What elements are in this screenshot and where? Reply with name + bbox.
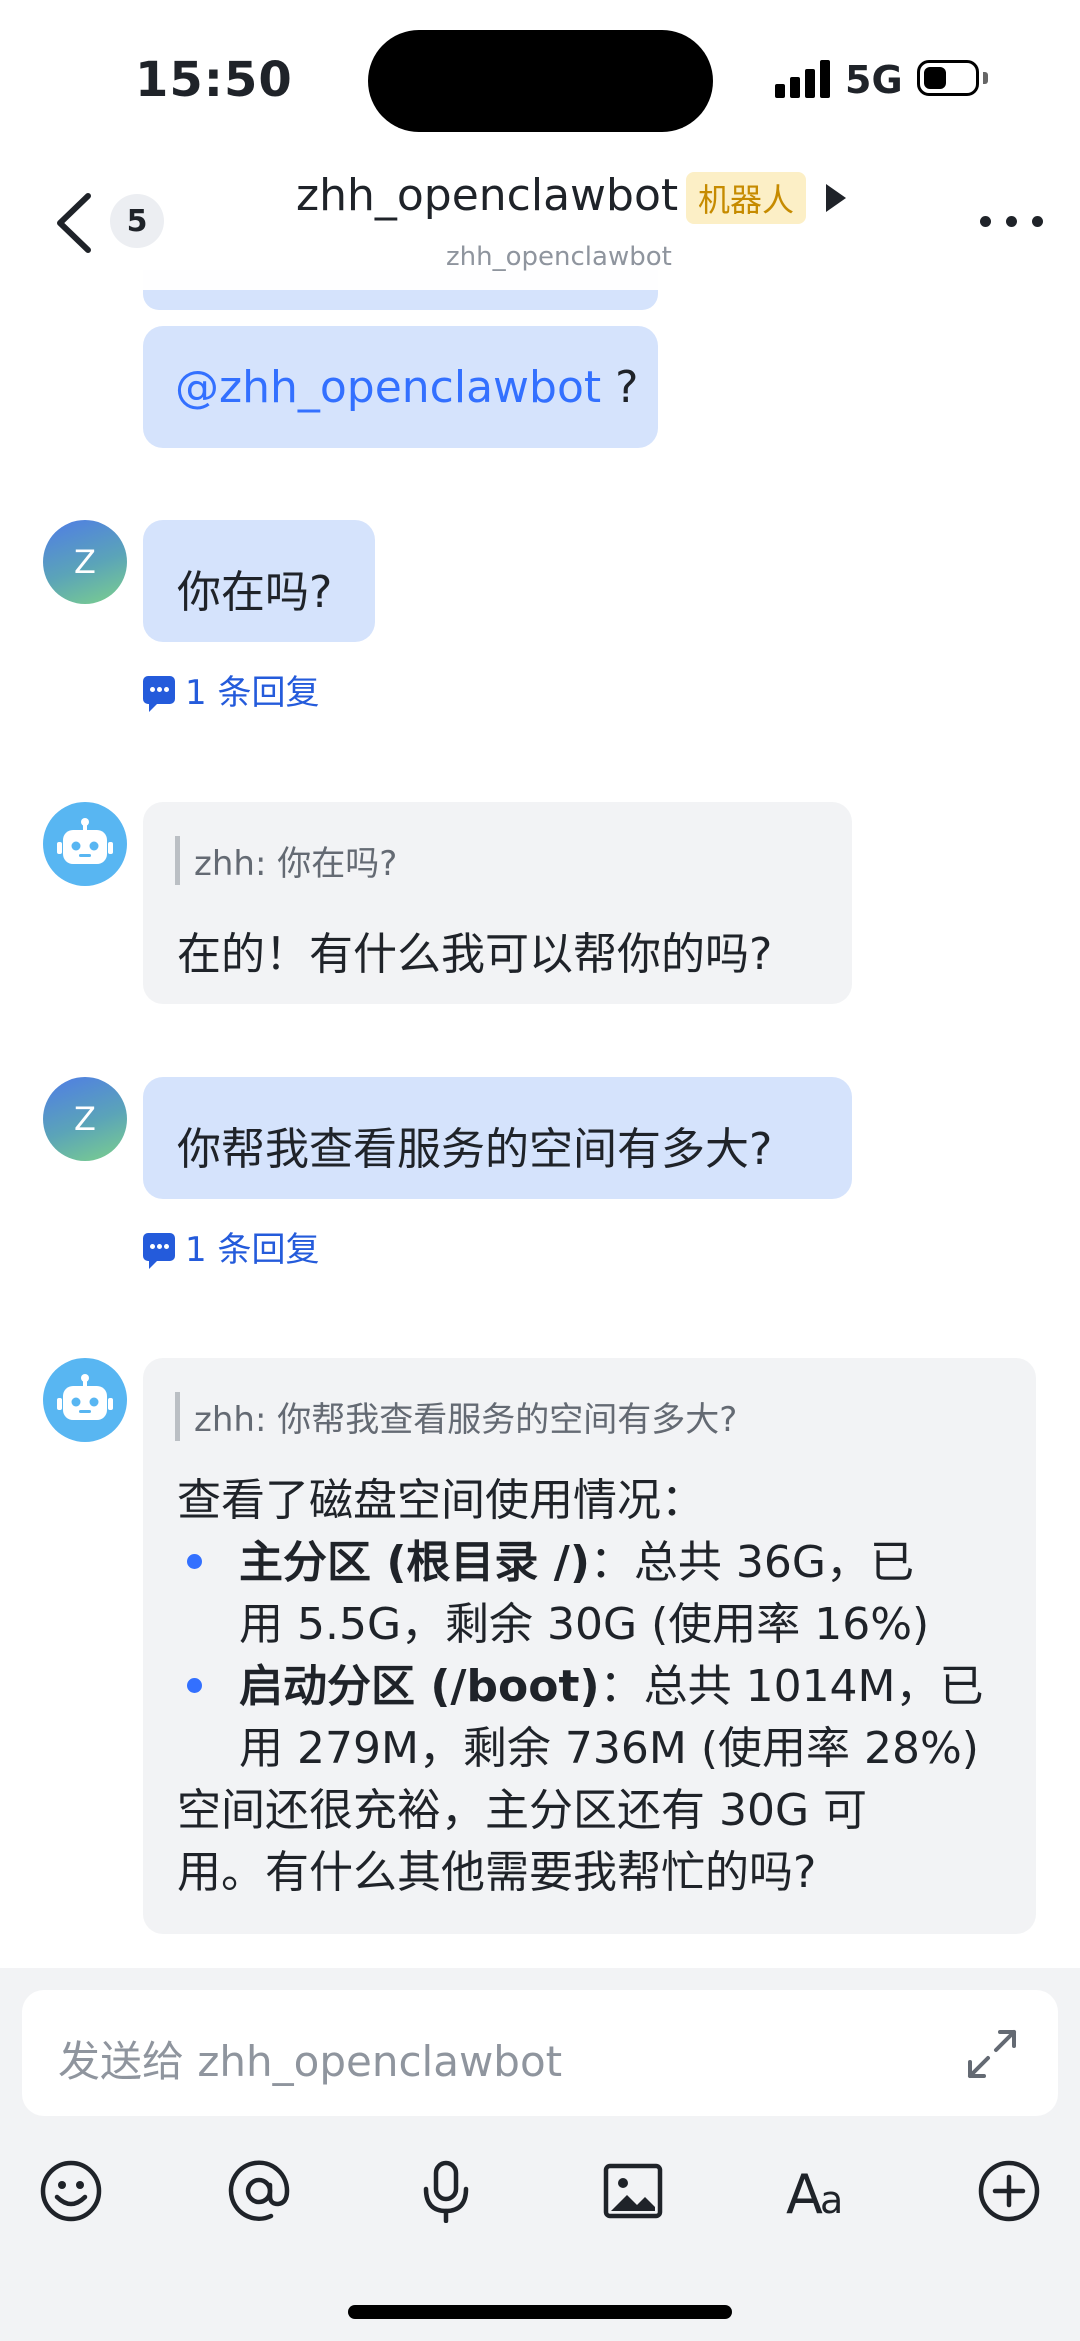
mention-link[interactable]: @zhh_openclawbot (175, 362, 601, 413)
play-icon[interactable] (826, 184, 846, 212)
message-bubble[interactable]: zhh: 你在吗? 在的！有什么我可以帮你的吗? (143, 802, 852, 1004)
bullet-dot (187, 1678, 202, 1693)
battery-tip (983, 72, 988, 84)
bot-avatar[interactable] (43, 802, 127, 886)
image-icon[interactable] (598, 2156, 668, 2226)
avatar-letter: Z (74, 543, 96, 581)
dynamic-island (368, 30, 713, 132)
microphone-icon[interactable] (411, 2156, 481, 2226)
message-text: @zhh_openclawbot ? (175, 362, 639, 413)
bot-avatar[interactable] (43, 1358, 127, 1442)
svg-text:A: A (786, 2163, 823, 2223)
message-bubble[interactable]: 你帮我查看服务的空间有多大? (143, 1077, 852, 1199)
network-label: 5G (845, 58, 903, 102)
bullet-item: 启动分区 (/boot)：总共 1014M，已 用 279M，剩余 736M (… (177, 1656, 1027, 1780)
bullet-text: ：总共 36G，已 (589, 1537, 915, 1588)
reply-comment-icon (143, 675, 175, 712)
chat-title[interactable]: zhh_openclawbot (296, 170, 678, 221)
emoji-icon[interactable] (36, 2156, 106, 2226)
reply-thread-link[interactable]: 1 条回复 (143, 665, 319, 714)
expand-icon[interactable] (966, 2028, 1018, 2080)
bot-tag-badge: 机器人 (686, 172, 807, 224)
bullet-text: 用 279M，剩余 736M (使用率 28%) (239, 1723, 979, 1774)
message-text: 你在吗? (177, 567, 333, 618)
reply-thread-link[interactable]: 1 条回复 (143, 1222, 319, 1271)
reply-comment-icon (143, 1232, 175, 1269)
quoted-message: zhh: 你帮我查看服务的空间有多大? (175, 1392, 737, 1441)
bullet-text: ：总共 1014M，已 (599, 1661, 984, 1712)
message-bubble[interactable]: @zhh_openclawbot ? (143, 326, 658, 448)
home-indicator[interactable] (348, 2305, 732, 2319)
signal-icon (775, 60, 831, 98)
message-outro: 用。有什么其他需要我帮忙的吗? (177, 1847, 817, 1898)
robot-icon (57, 1374, 113, 1420)
robot-icon (57, 818, 113, 864)
svg-text:a: a (820, 2178, 843, 2222)
input-placeholder: 发送给 zhh_openclawbot (58, 2037, 563, 2086)
chat-subtitle: zhh_openclawbot (446, 242, 672, 272)
avatar-letter: Z (74, 1100, 96, 1138)
user-avatar[interactable]: Z (43, 1077, 127, 1161)
chevron-left-icon[interactable] (48, 188, 104, 258)
bullet-bold: 启动分区 (/boot) (239, 1661, 600, 1712)
bullet-bold: 主分区 (根目录 /) (239, 1537, 590, 1588)
mention-icon[interactable] (224, 2156, 294, 2226)
quoted-message: zhh: 你在吗? (175, 836, 397, 885)
message-text: 你帮我查看服务的空间有多大? (177, 1124, 773, 1175)
message-outro: 空间还很充裕，主分区还有 30G 可 (177, 1785, 868, 1836)
user-avatar[interactable]: Z (43, 520, 127, 604)
reply-count: 1 条回复 (185, 1230, 320, 1270)
message-bubble[interactable]: 你在吗? (143, 520, 375, 642)
text-format-icon[interactable]: Aa (786, 2156, 856, 2226)
message-bubble[interactable]: zhh: 你帮我查看服务的空间有多大? 查看了磁盘空间使用情况： 主分区 (根目… (143, 1358, 1036, 1934)
bullet-item: 主分区 (根目录 /)：总共 36G，已 用 5.5G，剩余 30G (使用率 … (177, 1532, 1027, 1656)
message-body: 查看了磁盘空间使用情况： 主分区 (根目录 /)：总共 36G，已 用 5.5G… (177, 1470, 1027, 1904)
message-text: 在的！有什么我可以帮你的吗? (177, 929, 773, 980)
message-intro: 查看了磁盘空间使用情况： (177, 1475, 705, 1526)
battery-icon (917, 60, 979, 96)
bullet-text: 用 5.5G，剩余 30G (使用率 16%) (239, 1599, 930, 1650)
more-dots-icon[interactable] (980, 212, 1044, 232)
plus-icon[interactable] (974, 2156, 1044, 2226)
reply-count: 1 条回复 (185, 673, 320, 713)
status-time: 15:50 (135, 52, 293, 108)
bullet-dot (187, 1554, 202, 1569)
message-suffix: ? (601, 362, 639, 413)
unread-count-badge[interactable]: 5 (110, 194, 164, 248)
